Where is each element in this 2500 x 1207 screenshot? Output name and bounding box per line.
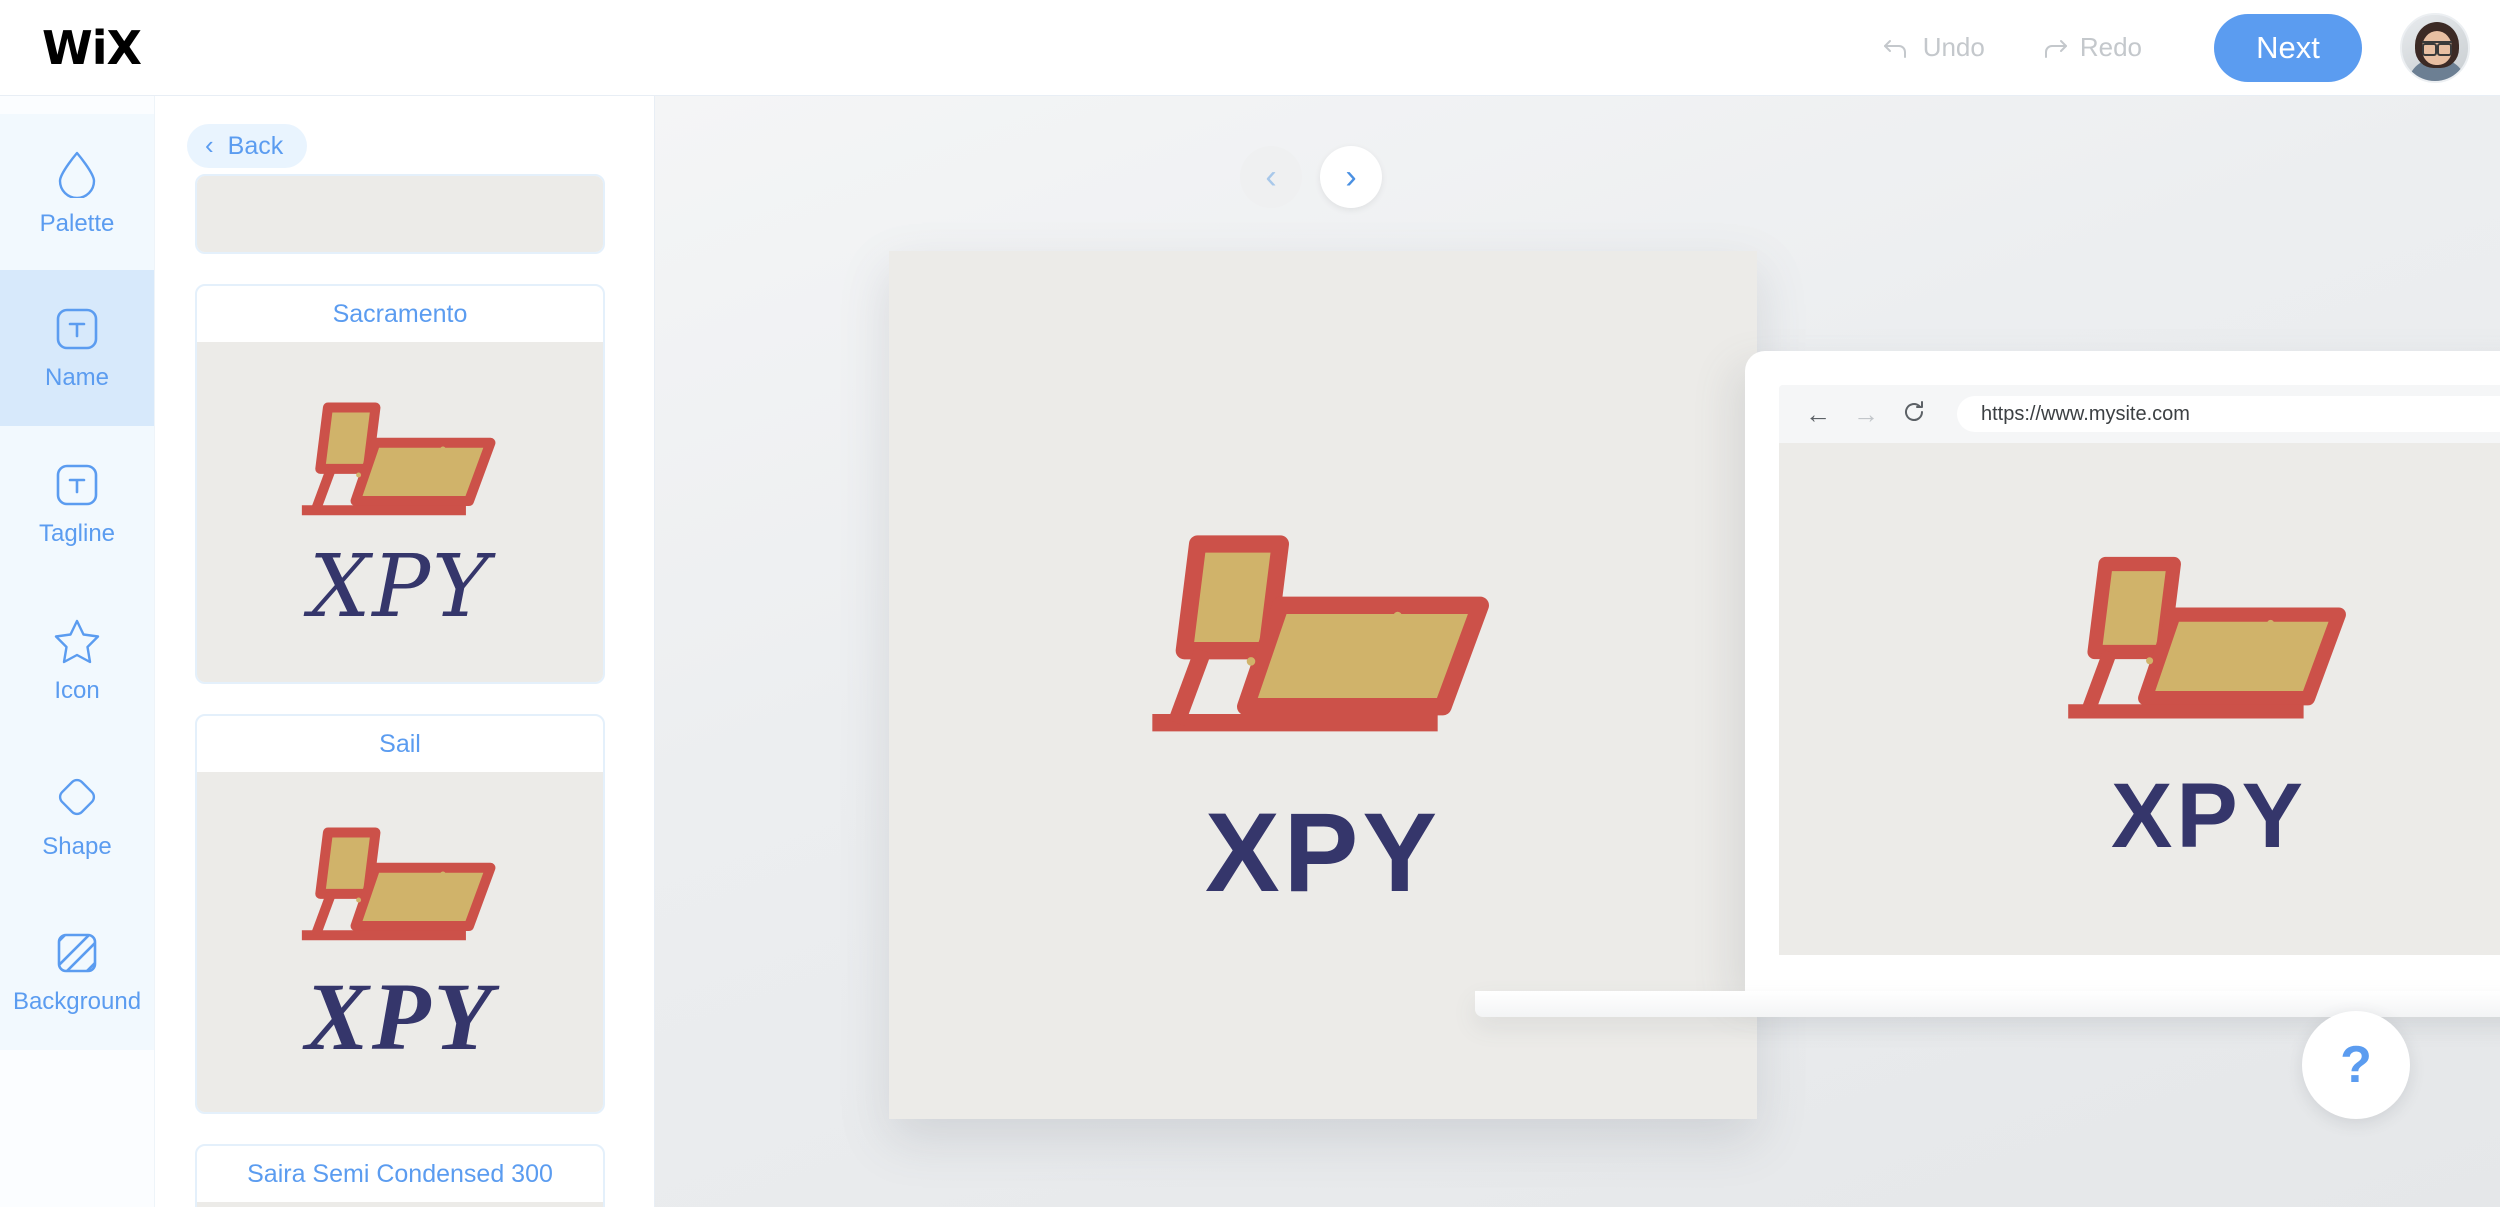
sidebar-item-tagline[interactable]: Tagline <box>0 426 154 582</box>
sidebar-item-palette[interactable]: Palette <box>0 114 154 270</box>
sidebar: Palette Name Tagline Icon Shape Backgrou… <box>0 96 155 1207</box>
chevron-left-icon: ‹ <box>205 130 214 160</box>
chevron-left-icon: ‹ <box>1265 158 1277 196</box>
reload-icon[interactable] <box>1901 399 1927 429</box>
text-box-icon <box>54 462 100 508</box>
next-button[interactable]: Next <box>2214 13 2362 82</box>
font-card-label: Sacramento <box>332 299 468 328</box>
lounger-laptop-mark <box>1123 522 1523 771</box>
undo-button[interactable]: Undo <box>1868 24 1999 71</box>
lounger-laptop-mark <box>285 395 515 540</box>
sidebar-item-label: Background <box>12 988 142 1015</box>
browser-window: ← → https://www.mysite.com XPY <box>1779 385 2500 955</box>
url-bar[interactable]: https://www.mysite.com <box>1957 396 2500 432</box>
wix-logo[interactable]: WiX <box>42 25 142 71</box>
previous-design-button[interactable]: ‹ <box>1240 146 1302 208</box>
sidebar-item-name[interactable]: Name <box>0 270 154 426</box>
font-card-preview <box>197 176 603 252</box>
mockup-wordmark: XPY <box>2110 765 2308 867</box>
back-label: Back <box>227 131 284 160</box>
undo-label: Undo <box>1922 32 1985 62</box>
font-card[interactable]: Saira Semi Condensed 300 <box>195 1144 605 1207</box>
font-card[interactable]: Sail XPY <box>195 714 605 1114</box>
top-bar-actions: Undo Redo Next <box>1868 12 2470 83</box>
sidebar-item-label: Icon <box>54 677 100 704</box>
redo-label: Redo <box>2079 32 2142 62</box>
avatar[interactable] <box>2400 12 2470 83</box>
lounger-laptop-mark <box>2044 546 2374 752</box>
redo-button[interactable]: Redo <box>2025 24 2156 71</box>
font-card-list: Sacramento XPY Sail XPY Saira Semi Conde… <box>155 174 654 1207</box>
diamond-icon <box>53 773 101 821</box>
droplet-icon <box>54 148 100 198</box>
browser-toolbar: ← → https://www.mysite.com <box>1779 385 2500 443</box>
top-bar: WiX Undo Redo Next <box>0 0 2500 96</box>
avatar-glasses <box>2422 40 2452 56</box>
sidebar-item-label: Shape <box>42 833 112 860</box>
text-box-icon <box>54 306 100 352</box>
logo-wordmark: XPY <box>1204 789 1442 915</box>
next-design-button[interactable]: › <box>1320 146 1382 208</box>
lounger-laptop-mark <box>285 820 515 965</box>
font-card-label: Saira Semi Condensed 300 <box>247 1159 553 1188</box>
help-button[interactable]: ? <box>2302 1011 2410 1119</box>
font-list-panel: ‹ Back Sacramento XPY Sail XPY Saira Sem… <box>155 96 655 1207</box>
sidebar-item-label: Name <box>44 364 110 391</box>
logo-preview-canvas[interactable]: XPY <box>889 251 1757 1119</box>
redo-arrow-icon <box>2039 35 2069 61</box>
sidebar-item-background[interactable]: Background <box>0 894 154 1050</box>
font-card-wordmark: XPY <box>304 962 496 1070</box>
font-card-preview <box>197 1202 603 1207</box>
font-card[interactable] <box>195 174 605 254</box>
arrow-right-icon[interactable]: → <box>1853 401 1879 427</box>
arrow-left-icon[interactable]: ← <box>1805 401 1831 427</box>
question-mark-icon: ? <box>2340 1036 2372 1094</box>
font-card-preview: XPY <box>197 342 603 682</box>
chevron-right-icon: › <box>1345 158 1357 196</box>
font-card[interactable]: Sacramento XPY <box>195 284 605 684</box>
sidebar-item-label: Palette <box>39 210 115 237</box>
device-mockup: ← → https://www.mysite.com XPY <box>1475 351 2500 1031</box>
sidebar-item-shape[interactable]: Shape <box>0 738 154 894</box>
back-button[interactable]: ‹ Back <box>187 124 308 168</box>
font-card-preview: XPY <box>197 772 603 1112</box>
sidebar-item-icon[interactable]: Icon <box>0 582 154 738</box>
font-card-wordmark: XPY <box>309 536 491 637</box>
preview-stage: ‹ › XPY ← → https://www.mysite.com XPY ? <box>655 96 2500 1207</box>
star-icon <box>52 617 102 665</box>
hatched-square-icon <box>54 930 100 976</box>
undo-arrow-icon <box>1882 35 1912 61</box>
font-card-label: Sail <box>379 729 421 758</box>
sidebar-item-label: Tagline <box>38 520 116 547</box>
design-navigation: ‹ › <box>1240 146 1382 208</box>
browser-viewport: XPY <box>1779 443 2500 955</box>
